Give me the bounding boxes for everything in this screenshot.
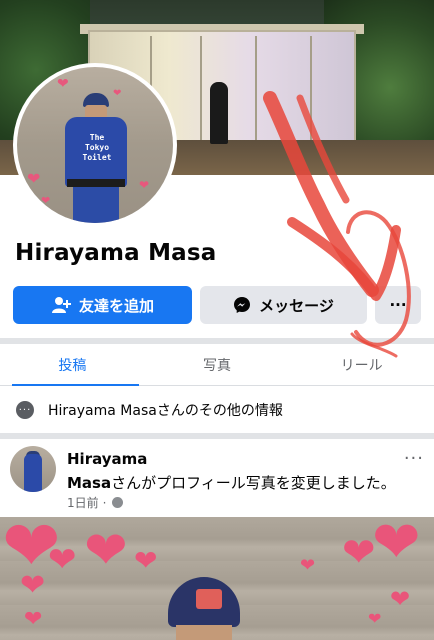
- cover-pane: [200, 36, 202, 144]
- add-friend-button[interactable]: 友達を追加: [13, 286, 192, 324]
- worker-figure: The Tokyo Toilet: [63, 93, 133, 223]
- heart-icon: ❤: [20, 568, 46, 603]
- cap-logo: [196, 589, 222, 609]
- heart-icon: ❤: [139, 178, 150, 192]
- section-divider: [0, 433, 434, 439]
- heart-icon: ❤: [390, 585, 411, 613]
- heart-icon: ❤: [342, 530, 376, 576]
- heart-icon: ❤: [24, 607, 43, 632]
- more-info-row[interactable]: ··· Hirayama Masaさんのその他の情報: [16, 395, 283, 425]
- post-headline: Masaさんがプロフィール写真を変更しました。: [67, 472, 396, 493]
- post-time[interactable]: 1日前: [67, 494, 99, 511]
- uniform-text: The Tokyo Toilet: [82, 133, 112, 162]
- add-friend-icon: [51, 296, 71, 314]
- profile-name: Hirayama Masa: [15, 240, 217, 266]
- heart-icon: ❤: [84, 521, 128, 581]
- heart-icon: ❤: [48, 540, 77, 580]
- more-info-label: Hirayama Masaさんのその他の情報: [48, 403, 283, 419]
- post-action-text: さんがプロフィール写真を変更しました。: [111, 474, 396, 492]
- heart-icon: ❤: [368, 609, 382, 628]
- message-button[interactable]: メッセージ: [200, 286, 367, 324]
- cover-person: [210, 82, 228, 144]
- tab-posts[interactable]: 投稿: [0, 344, 145, 386]
- worker-face: [176, 625, 232, 640]
- tab-photos[interactable]: 写真: [145, 344, 290, 385]
- heart-icon: ❤: [300, 555, 316, 576]
- cover-pane: [310, 36, 312, 144]
- heart-icon: ❤: [41, 194, 51, 207]
- heart-icon: ❤: [27, 169, 41, 188]
- tab-reels[interactable]: リール: [289, 344, 434, 385]
- post-meta-separator: ·: [102, 495, 107, 510]
- heart-icon: ❤: [372, 517, 421, 576]
- profile-tabs: 投稿 写真 リール: [0, 344, 434, 386]
- post-author-name-rest[interactable]: Masa: [67, 474, 111, 492]
- messenger-icon: [233, 296, 251, 314]
- globe-icon: [112, 497, 124, 508]
- heart-icon: ❤: [134, 544, 158, 577]
- post-meta: 1日前 ·: [67, 494, 124, 511]
- profile-avatar-image: ❤ ❤ ❤ ❤ ❤ The Tokyo Toilet: [17, 67, 173, 223]
- cover-pane: [255, 36, 257, 144]
- post-image[interactable]: ❤ ❤ ❤ ❤ ❤ ❤ ❤ ❤ ❤ ❤ ❤: [0, 517, 434, 640]
- more-options-button[interactable]: ···: [375, 286, 421, 324]
- heart-icon: ❤: [57, 76, 69, 92]
- post-author-name[interactable]: Hirayama: [67, 450, 147, 468]
- message-label: メッセージ: [259, 296, 334, 315]
- post-author-avatar[interactable]: [10, 446, 56, 492]
- profile-avatar[interactable]: ❤ ❤ ❤ ❤ ❤ The Tokyo Toilet: [13, 63, 177, 227]
- info-dots-icon: ···: [16, 401, 34, 419]
- more-dots-icon: ···: [389, 296, 407, 314]
- add-friend-label: 友達を追加: [78, 296, 154, 315]
- post-more-button[interactable]: ···: [404, 450, 424, 468]
